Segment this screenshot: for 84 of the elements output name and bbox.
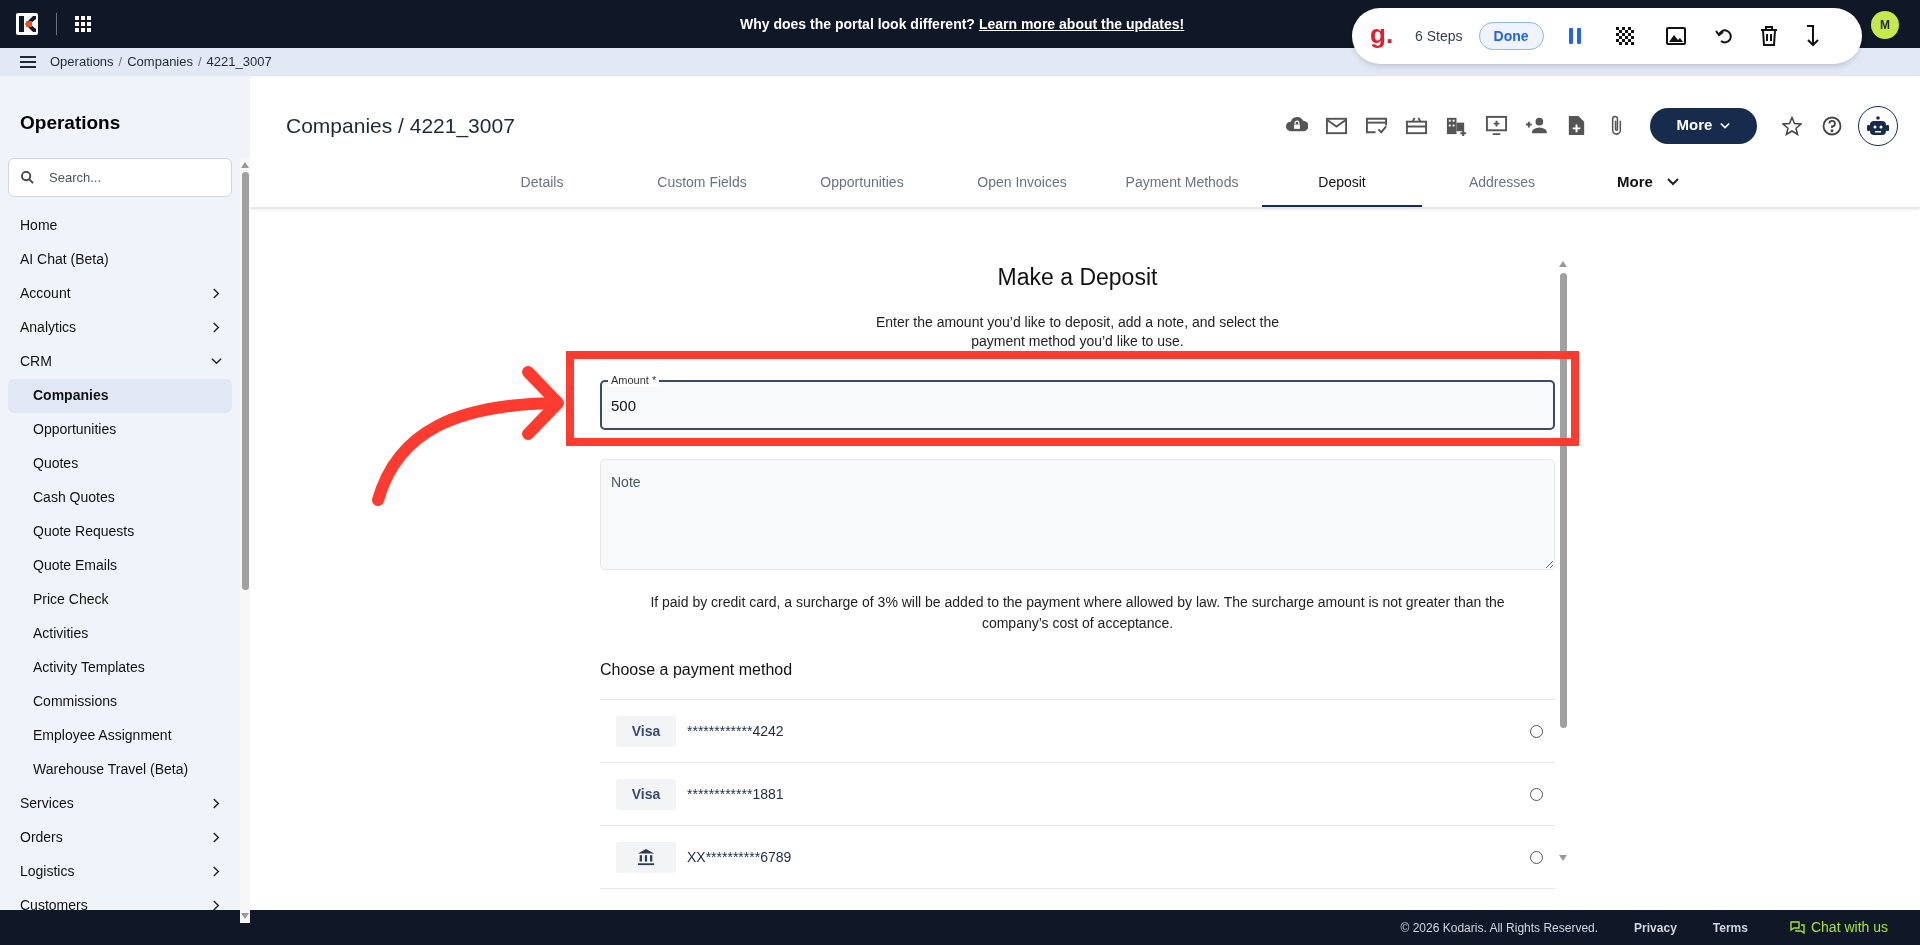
sidebar-subitem[interactable]: Opportunities (8, 412, 232, 447)
sidebar-item[interactable]: AI Chat (Beta) (8, 242, 232, 277)
payment-method-row[interactable]: Visa ************4242 (600, 700, 1555, 763)
help-icon[interactable] (1822, 115, 1842, 136)
apps-grid-icon[interactable] (75, 16, 91, 32)
sidebar-title: Operations (19, 111, 122, 135)
breadcrumb-separator: / (118, 53, 123, 72)
copyright-text: © 2026 Kodaris. All Rights Reserved. (1400, 919, 1599, 937)
recorder-logo: g. (1370, 21, 1394, 47)
logo-icon[interactable] (16, 13, 38, 35)
sidebar-subitem[interactable]: Employee Assignment (8, 718, 232, 753)
bank-icon (637, 848, 655, 866)
card-brand: Visa (616, 715, 676, 747)
sidebar-item[interactable]: Logistics (8, 854, 232, 889)
tab[interactable]: Details (462, 159, 622, 207)
image-icon[interactable] (1665, 27, 1686, 45)
pause-icon[interactable] (1567, 28, 1582, 44)
sidebar-item[interactable]: CRM (8, 344, 232, 379)
search-icon (21, 170, 34, 184)
scroll-down-icon[interactable] (1559, 855, 1567, 861)
chat-link[interactable]: Chat with us (1789, 917, 1888, 938)
breadcrumb-link[interactable]: Operations (50, 52, 114, 72)
done-button[interactable]: Done (1478, 22, 1544, 50)
tab[interactable]: Payment Methods (1102, 159, 1262, 207)
tab[interactable]: Open Invoices (942, 159, 1102, 207)
footer-link[interactable]: Privacy (1634, 918, 1677, 937)
sidebar-subitem[interactable]: Cash Quotes (8, 480, 232, 515)
sidebar-scrollbar[interactable] (240, 157, 250, 923)
sidebar-item[interactable]: Orders (8, 820, 232, 855)
sidebar-subitem[interactable]: Quotes (8, 446, 232, 481)
scroll-up-icon[interactable] (1559, 261, 1567, 267)
sidebar-item[interactable]: Customers (8, 888, 232, 923)
monitor-add-icon[interactable] (1485, 114, 1508, 138)
sidebar-subitem[interactable]: Activity Templates (8, 650, 232, 685)
page-title: Companies / 4221_3007 (286, 112, 515, 140)
footer-link[interactable]: Terms (1712, 918, 1748, 937)
sidebar-subitem[interactable]: Price Check (8, 582, 232, 617)
payment-heading: Choose a payment method (600, 660, 794, 680)
robot-icon (1867, 115, 1889, 136)
tab[interactable]: Opportunities (782, 159, 942, 207)
amount-label: Amount * (608, 373, 660, 387)
menu-icon[interactable] (20, 56, 36, 68)
content-scrollbar[interactable] (1558, 261, 1568, 861)
search-field[interactable]: Search... (8, 157, 232, 197)
sidebar-item[interactable]: Services (8, 786, 232, 821)
chat-icon (1789, 920, 1805, 935)
sidebar-subitem[interactable]: Companies (8, 378, 232, 413)
sidebar-subitem[interactable]: Commissions (8, 684, 232, 719)
surcharge-notice: If paid by credit card, a surcharge of 3% will be added to the payment where allowed by law. The surcharge amount is not greater than the company’s cost of acceptance. (649, 593, 1506, 633)
card-brand: Visa (616, 778, 676, 810)
breadcrumb-separator: / (198, 53, 202, 72)
steps-count: 6 Steps (1415, 26, 1463, 46)
account-number: XX**********6789 (687, 847, 793, 867)
sidebar-subitem[interactable]: Activities (8, 616, 232, 651)
user-avatar[interactable]: M (1871, 11, 1899, 39)
note-field[interactable]: Note (600, 459, 1555, 570)
account-number: ************4242 (687, 721, 785, 741)
star-icon[interactable] (1782, 115, 1802, 136)
scroll-up-icon[interactable] (241, 161, 249, 168)
form-description: Enter the amount you’d like to deposit, add a note, and select the payment method you’d like to use. (874, 313, 1281, 351)
sidebar-subitem[interactable]: Quote Emails (8, 548, 232, 583)
banner-text: Why does the portal look different? (740, 15, 975, 34)
blur-icon[interactable] (1615, 27, 1634, 45)
more-button[interactable]: More (1650, 107, 1757, 144)
payment-method-row[interactable]: Visa ************1881 (600, 763, 1555, 826)
tab[interactable]: Custom Fields (622, 159, 782, 207)
tab[interactable]: Addresses (1422, 159, 1582, 207)
sidebar-item[interactable]: Analytics (8, 310, 232, 345)
tab[interactable]: Deposit (1262, 159, 1422, 207)
trash-icon[interactable] (1759, 26, 1778, 46)
breadcrumb-link[interactable]: 4221_3007 (206, 52, 272, 72)
sidebar-item[interactable]: Home (8, 208, 232, 243)
payment-method-row[interactable]: XX**********6789 (600, 826, 1555, 889)
scroll-down-icon[interactable] (241, 912, 249, 919)
sidebar-item[interactable]: Account (8, 276, 232, 311)
undo-icon[interactable] (1713, 26, 1734, 46)
form-title: Make a Deposit (996, 263, 1159, 291)
sidebar-subitem[interactable]: Warehouse Travel (Beta) (8, 752, 232, 787)
breadcrumb-link[interactable]: Companies (127, 52, 193, 72)
more-tab[interactable]: More (1582, 159, 1742, 207)
account-number: ************1881 (687, 784, 785, 804)
chevron-down-icon (1720, 120, 1731, 131)
updates-link[interactable]: Learn more about the updates! (978, 14, 1185, 35)
sidebar-subitem[interactable]: Quote Requests (8, 514, 232, 549)
